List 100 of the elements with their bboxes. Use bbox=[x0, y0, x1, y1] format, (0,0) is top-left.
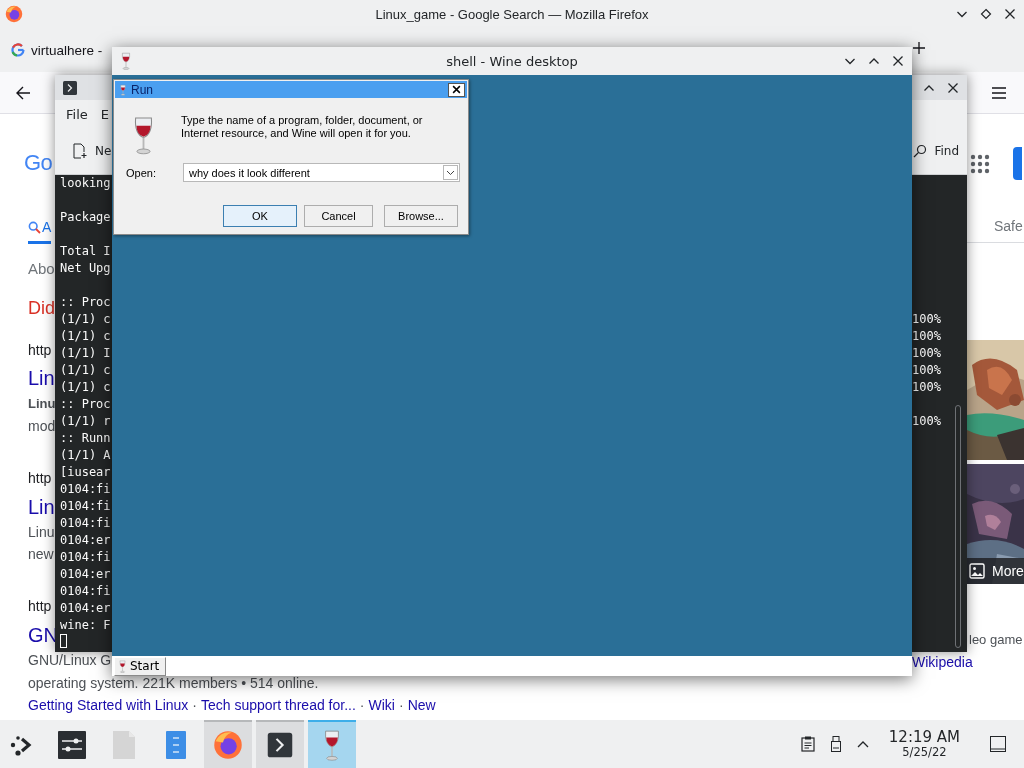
terminal-line: (1/1) c bbox=[60, 328, 112, 345]
result-title[interactable]: Lin bbox=[28, 494, 55, 520]
taskbar-button[interactable] bbox=[256, 720, 304, 768]
result-snippet: leo game bbox=[969, 631, 1024, 649]
wine-glass-icon bbox=[119, 659, 126, 673]
usb-drive-icon[interactable] bbox=[830, 736, 841, 752]
terminal-line: [iusear bbox=[60, 464, 112, 481]
search-tab[interactable]: A bbox=[28, 215, 52, 244]
scrollbar-thumb[interactable] bbox=[955, 405, 961, 648]
clock-date[interactable]: 5/25/22 bbox=[902, 746, 947, 759]
more-images-button[interactable]: More bbox=[967, 558, 1024, 584]
terminal-line: Package bbox=[60, 209, 112, 226]
terminal-line: (1/1) r bbox=[60, 413, 112, 430]
result-link[interactable]: Tech support thread for... bbox=[201, 695, 356, 715]
terminal-icon bbox=[266, 731, 294, 759]
clipboard-icon[interactable] bbox=[800, 736, 815, 752]
result-url: http bbox=[28, 341, 52, 360]
window-title: Linux_game - Google Search — Mozilla Firefox bbox=[374, 6, 650, 22]
menu-icon[interactable] bbox=[991, 85, 1007, 100]
close-button[interactable] bbox=[448, 82, 465, 97]
separator: · bbox=[397, 696, 405, 715]
browser-tab[interactable]: virtualhere - bbox=[11, 38, 105, 62]
apps-grid-icon[interactable] bbox=[970, 153, 990, 174]
close-icon[interactable] bbox=[947, 81, 959, 94]
field-label: Open: bbox=[126, 166, 156, 179]
new-tab-icon bbox=[72, 143, 88, 159]
result-url: http bbox=[28, 597, 52, 616]
result-snippet: new bbox=[28, 545, 54, 564]
separator: · bbox=[191, 696, 198, 715]
progress-percent: 100% bbox=[912, 311, 942, 328]
terminal-line: wine: F bbox=[60, 617, 112, 634]
terminal-line: :: Runn bbox=[60, 430, 112, 447]
terminal-line: (1/1) c bbox=[60, 311, 112, 328]
terminal-line: 0104:fi bbox=[60, 515, 112, 532]
terminal-line: 0104:fi bbox=[60, 498, 112, 515]
result-link[interactable]: New bbox=[407, 695, 436, 715]
dialog-title: Run bbox=[131, 82, 154, 97]
result-snippet: mod bbox=[28, 417, 56, 436]
firefox-icon bbox=[213, 730, 243, 760]
wine-glass-icon bbox=[323, 729, 341, 761]
taskbar-button[interactable] bbox=[308, 720, 356, 768]
result-url: http bbox=[28, 469, 52, 488]
search-icon bbox=[28, 221, 41, 234]
maximize-icon[interactable] bbox=[980, 8, 992, 20]
terminal-icon bbox=[62, 79, 78, 96]
text-cursor bbox=[60, 634, 67, 648]
result-snippet: Linu bbox=[28, 395, 56, 413]
search-icon bbox=[913, 144, 928, 158]
expand-tray-icon[interactable] bbox=[856, 740, 869, 748]
terminal-line: :: Proc bbox=[60, 294, 112, 311]
file-icon bbox=[113, 731, 135, 759]
dialog-button[interactable]: Cancel bbox=[304, 205, 373, 227]
terminal-line: Total I bbox=[60, 243, 112, 260]
new-tab-button[interactable]: Ne bbox=[72, 139, 112, 163]
result-title[interactable]: Lin bbox=[28, 365, 55, 391]
terminal-line: looking bbox=[60, 175, 112, 192]
google-icon bbox=[11, 43, 25, 57]
image-icon bbox=[969, 563, 985, 579]
back-arrow-icon[interactable] bbox=[16, 85, 31, 100]
result-snippet: operating system. 221K members • 514 online. bbox=[28, 674, 319, 693]
result-snippet: Linu bbox=[28, 523, 55, 542]
result-snippet: GNU/Linux G bbox=[28, 651, 112, 670]
result-link[interactable]: Wiki bbox=[368, 695, 395, 715]
progress-percent: 100% bbox=[912, 379, 942, 396]
google-logo[interactable]: Go bbox=[24, 145, 53, 181]
wine-glass-icon bbox=[120, 83, 126, 96]
terminal-line: 0104:er bbox=[60, 566, 112, 583]
dialog-button[interactable]: Browse... bbox=[384, 205, 458, 227]
start-button[interactable]: Start bbox=[114, 656, 167, 676]
caret-icon bbox=[445, 169, 455, 176]
show-desktop-icon[interactable] bbox=[990, 736, 1006, 752]
dialog-button[interactable]: OK bbox=[223, 205, 297, 227]
progress-percent: 100% bbox=[912, 328, 942, 345]
result-link[interactable]: Getting Started with Linux bbox=[28, 695, 189, 715]
progress-percent: 100% bbox=[912, 345, 942, 362]
firefox-logo-icon bbox=[5, 5, 23, 23]
progress-percent: 100% bbox=[912, 362, 942, 379]
close-icon[interactable] bbox=[1004, 8, 1016, 20]
result-stats: Abo bbox=[28, 259, 55, 279]
clock-time[interactable]: 12:19 AM bbox=[888, 729, 960, 746]
terminal-line: 0104:er bbox=[60, 532, 112, 549]
spelling-suggestion: Did bbox=[28, 297, 55, 320]
terminal-line: (1/1) A bbox=[60, 447, 112, 464]
filter-label[interactable]: Safe bbox=[994, 216, 1024, 236]
terminal-line: 0104:fi bbox=[60, 481, 112, 498]
terminal-line: Net Upg bbox=[60, 260, 112, 277]
menu-item[interactable]: File bbox=[66, 106, 88, 122]
progress-percent: 100% bbox=[912, 413, 942, 430]
plus-icon[interactable] bbox=[912, 41, 926, 55]
menu-item[interactable]: E bbox=[100, 106, 109, 122]
wine-glass-icon bbox=[133, 115, 154, 155]
open-combo-box[interactable]: why does it look different bbox=[182, 163, 460, 182]
close-icon[interactable] bbox=[892, 55, 904, 67]
terminal-line: 0104:er bbox=[60, 600, 112, 617]
terminal-line: :: Proc bbox=[60, 396, 112, 413]
terminal-line: (1/1) I bbox=[60, 345, 112, 362]
document-icon bbox=[166, 731, 186, 759]
sliders-icon bbox=[58, 731, 86, 759]
find-button[interactable]: Find bbox=[913, 140, 959, 162]
source-link[interactable]: Wikipedia bbox=[912, 653, 973, 671]
